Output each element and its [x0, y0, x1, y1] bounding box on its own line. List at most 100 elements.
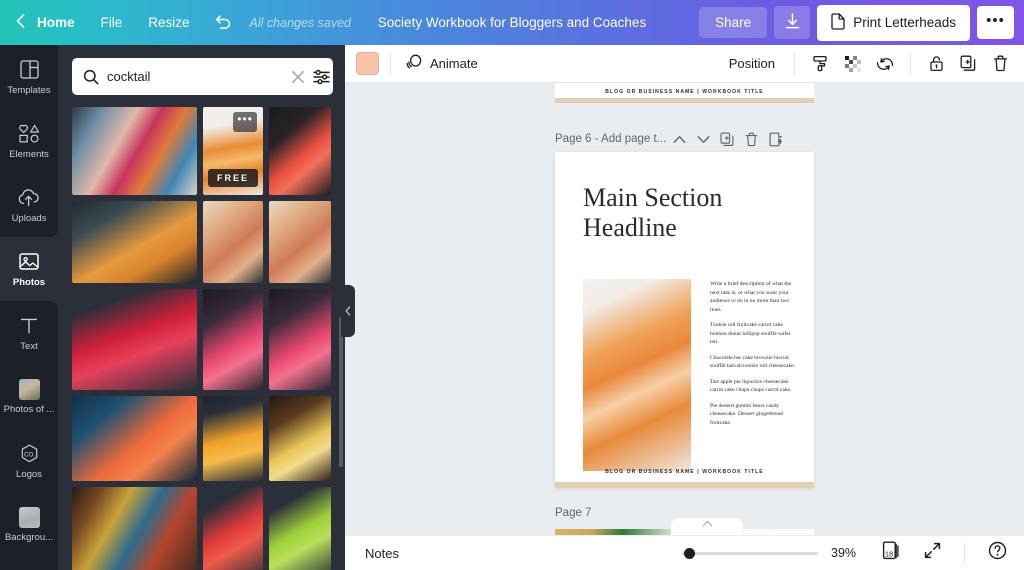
fullscreen-button[interactable] [917, 538, 947, 568]
more-options-button[interactable]: ••• [977, 6, 1014, 39]
photo-thumb-orange-cocktails-flatlay[interactable]: ••• FREE [203, 107, 263, 195]
photo-thumb-two-highball-cocktails[interactable] [72, 201, 197, 283]
document-icon [831, 12, 845, 33]
help-icon [988, 541, 1007, 565]
photo-more-badge[interactable]: ••• [233, 112, 257, 132]
photo-free-badge: FREE [207, 169, 259, 187]
previous-page-bottom[interactable]: BLOG OR BUSINESS NAME | WORKBOOK TITLE [555, 83, 814, 103]
share-button[interactable]: Share [699, 7, 768, 38]
photo-thumb-orange-cocktail-blue-bokeh[interactable] [72, 396, 197, 481]
page-headline[interactable]: Main Section Headline [583, 183, 793, 244]
move-page-up-icon[interactable] [668, 128, 690, 150]
search-bar[interactable] [72, 58, 333, 95]
zoom-slider-knob[interactable] [684, 548, 695, 559]
sidebar-label-text: Text [20, 340, 38, 352]
home-button[interactable]: Home [31, 7, 88, 38]
photo-thumb-yellow-cocktail-rosemary[interactable] [269, 396, 331, 481]
page-6-document[interactable]: Main Section Headline Write a brief desc… [555, 152, 814, 488]
clear-search-icon[interactable] [291, 70, 305, 84]
page-body-text[interactable]: Write a brief description of what the ne… [710, 280, 800, 434]
photo-thumb-pink-martini-b[interactable] [269, 289, 331, 390]
photo-thumb-red-cocktail-umbrella[interactable] [203, 487, 263, 570]
zoom-controls: 39% 18 [682, 538, 1012, 568]
canvas-area[interactable]: BLOG OR BUSINESS NAME | WORKBOOK TITLE P… [345, 83, 1024, 535]
position-button[interactable]: Position [721, 51, 783, 76]
add-page-icon[interactable] [764, 128, 786, 150]
sidebar-item-uploads[interactable]: Uploads [0, 173, 58, 237]
sidebar-item-photos[interactable]: Photos [0, 237, 58, 301]
notes-button[interactable]: Notes [365, 546, 399, 561]
sidebar-label-photos: Photos [12, 276, 46, 288]
copy-style-icon[interactable] [806, 49, 835, 78]
animate-button[interactable]: Animate [402, 49, 482, 78]
bottom-divider [964, 543, 965, 563]
zoom-level[interactable]: 39% [831, 546, 861, 560]
color-swatch-button[interactable] [356, 52, 379, 75]
download-button[interactable] [774, 6, 811, 39]
back-chevron-icon[interactable] [12, 8, 31, 37]
duplicate-icon[interactable] [954, 49, 983, 78]
left-rail: Templates Elements Uploads Photos Text P… [0, 45, 58, 570]
sidebar-item-elements[interactable]: Elements [0, 109, 58, 173]
sidebar-item-likes[interactable]: Likes [0, 557, 58, 570]
page-header-row: Page 6 - Add page t... [555, 128, 825, 150]
sidebar-item-logos[interactable]: CO. Logos [0, 429, 58, 493]
move-page-down-icon[interactable] [692, 128, 714, 150]
photo-thumb-row-of-martini-glasses[interactable] [203, 201, 263, 283]
search-input[interactable] [107, 69, 283, 84]
top-bar-left: Home File Resize All changes saved [0, 7, 351, 38]
photo-thumb-pink-martini-strawberry[interactable] [203, 289, 263, 390]
sidebar-label-uploads: Uploads [11, 212, 47, 224]
sidebar-item-photos-of-you[interactable]: Photos of ... [0, 365, 58, 429]
next-page-label[interactable]: Page 7 [555, 507, 591, 519]
page-footer: BLOG OR BUSINESS NAME | WORKBOOK TITLE [605, 469, 764, 475]
flip-icon[interactable] [870, 49, 899, 78]
toolbar-icon-group-b [922, 49, 1015, 78]
page-photo-orange-cocktails[interactable] [583, 279, 691, 471]
page-title[interactable]: Page 6 - Add page t... [555, 133, 666, 145]
toolbar-divider-3 [910, 52, 911, 75]
toolbar-icon-group-a [806, 49, 899, 78]
panel-collapse-handle[interactable] [341, 285, 355, 337]
photo-thumb-green-margarita[interactable] [269, 487, 331, 570]
page-accent-bar [555, 482, 814, 488]
photos-icon [18, 251, 40, 273]
duplicate-page-icon[interactable] [716, 128, 738, 150]
sidebar-label-logos: Logos [16, 468, 42, 480]
print-letterheads-button[interactable]: Print Letterheads [817, 4, 970, 41]
photo-thumb-martini-row-b[interactable] [269, 201, 331, 283]
trash-icon[interactable] [986, 49, 1015, 78]
photo-thumb-friends-toasting-cocktails[interactable] [72, 107, 197, 195]
help-button[interactable] [982, 538, 1012, 568]
photos-panel: ••• FREE [58, 45, 345, 570]
file-menu-button[interactable]: File [88, 7, 136, 38]
svg-text:CO.: CO. [24, 452, 35, 458]
photo-grid: ••• FREE [72, 107, 331, 570]
photo-grid-scroll[interactable]: ••• FREE [58, 107, 345, 570]
photo-thumb-orange-grapefruit-cocktail[interactable] [203, 396, 263, 481]
photo-thumb-red-hurricane-cocktail[interactable] [72, 289, 197, 390]
sidebar-item-text[interactable]: Text [0, 301, 58, 365]
prev-page-footer: BLOG OR BUSINESS NAME | WORKBOOK TITLE [605, 89, 764, 95]
sidebar-item-backgrounds[interactable]: Backgrou... [0, 493, 58, 557]
photos-of-you-thumb-icon [18, 379, 40, 400]
photo-thumb-red-cocktail-held[interactable] [269, 107, 331, 195]
sidebar-item-templates[interactable]: Templates [0, 45, 58, 109]
photo-column-middle: ••• FREE [203, 107, 263, 570]
text-icon [18, 315, 40, 337]
fullscreen-icon [924, 542, 941, 564]
lock-icon[interactable] [922, 49, 951, 78]
resize-button[interactable]: Resize [135, 7, 202, 38]
pages-grid-button[interactable]: 18 [874, 538, 904, 568]
zoom-slider[interactable] [682, 546, 818, 560]
transparency-icon[interactable] [838, 49, 867, 78]
panel-scrollbar[interactable] [339, 317, 343, 467]
photo-thumb-bar-bottle-shelf[interactable] [72, 487, 197, 570]
elements-icon [18, 123, 40, 145]
filter-sliders-icon[interactable] [313, 69, 330, 85]
delete-page-icon[interactable] [740, 128, 762, 150]
document-title[interactable]: Society Workbook for Bloggers and Coache… [378, 15, 646, 30]
undo-icon[interactable] [203, 7, 244, 38]
notes-collapse-tab[interactable] [671, 518, 743, 535]
sidebar-label-elements: Elements [9, 148, 49, 160]
